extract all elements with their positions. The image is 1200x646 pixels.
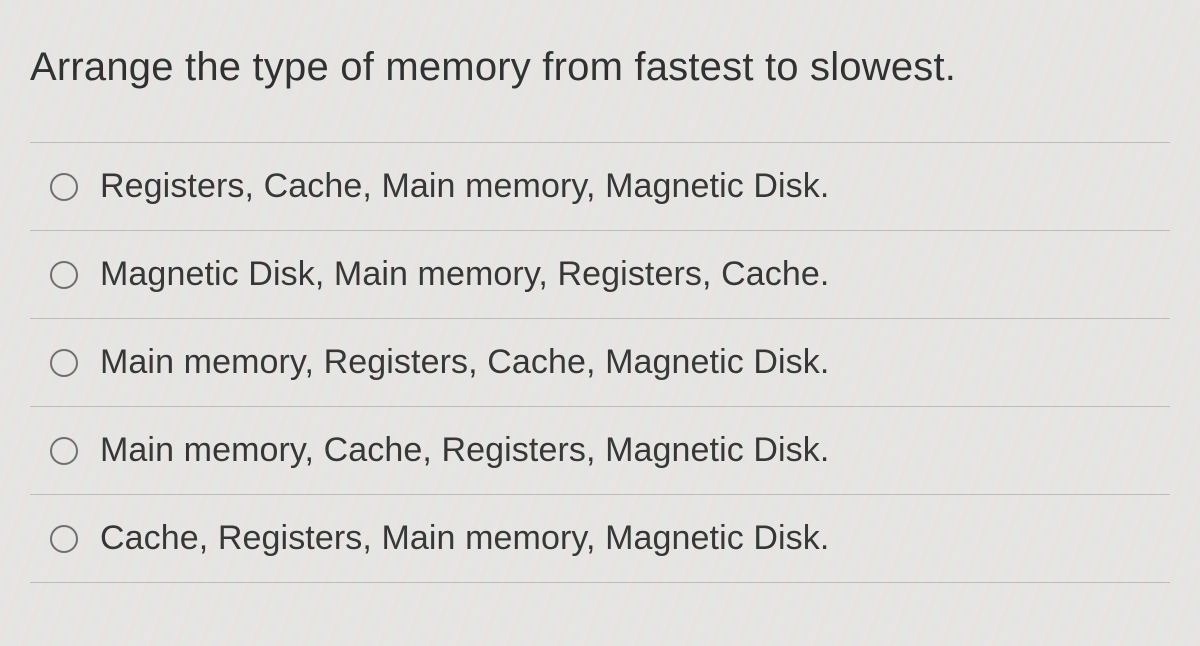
radio-icon <box>50 261 78 289</box>
radio-icon <box>50 173 78 201</box>
question-text: Arrange the type of memory from fastest … <box>30 40 1170 142</box>
option-label: Registers, Cache, Main memory, Magnetic … <box>100 167 829 206</box>
radio-icon <box>50 525 78 553</box>
radio-icon <box>50 349 78 377</box>
radio-icon <box>50 437 78 465</box>
options-list: Registers, Cache, Main memory, Magnetic … <box>30 142 1170 583</box>
option-label: Cache, Registers, Main memory, Magnetic … <box>100 519 829 558</box>
option-5[interactable]: Cache, Registers, Main memory, Magnetic … <box>30 495 1170 583</box>
option-3[interactable]: Main memory, Registers, Cache, Magnetic … <box>30 319 1170 407</box>
option-1[interactable]: Registers, Cache, Main memory, Magnetic … <box>30 143 1170 231</box>
option-label: Main memory, Registers, Cache, Magnetic … <box>100 343 829 382</box>
option-4[interactable]: Main memory, Cache, Registers, Magnetic … <box>30 407 1170 495</box>
option-label: Magnetic Disk, Main memory, Registers, C… <box>100 255 829 294</box>
option-2[interactable]: Magnetic Disk, Main memory, Registers, C… <box>30 231 1170 319</box>
option-label: Main memory, Cache, Registers, Magnetic … <box>100 431 829 470</box>
